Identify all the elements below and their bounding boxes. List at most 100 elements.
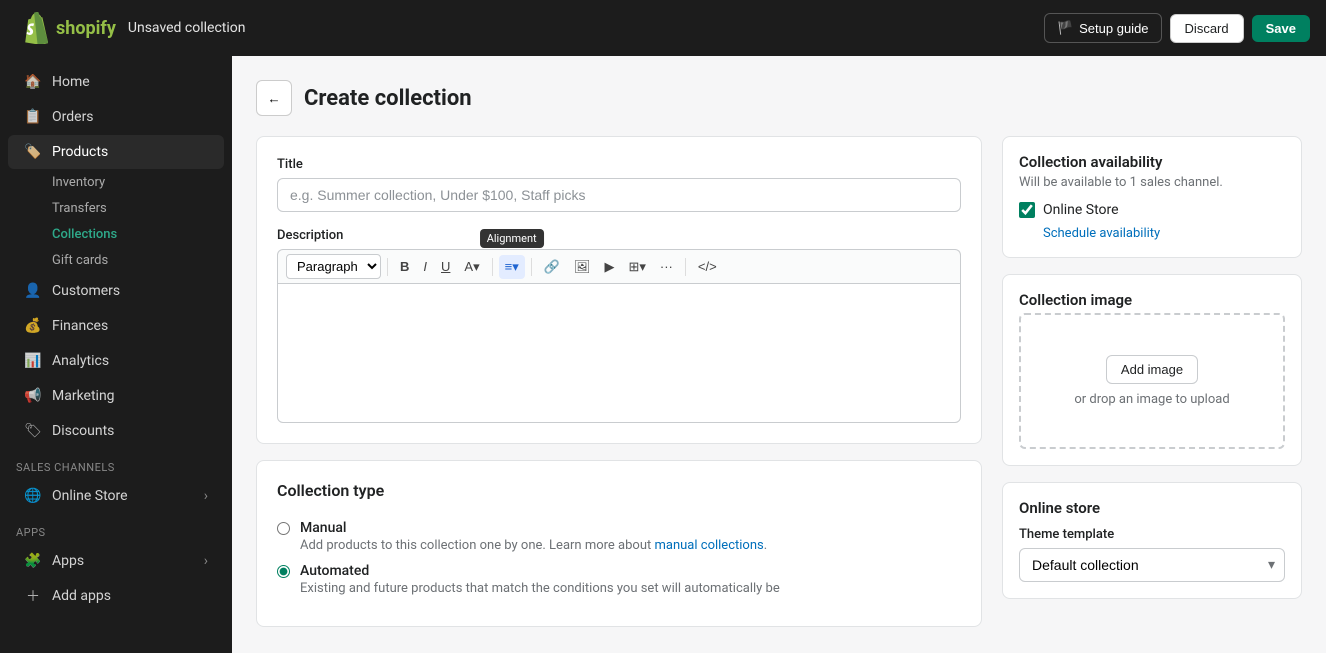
- online-store-left: 🌐 Online Store: [24, 487, 128, 505]
- online-store-checkbox-row: Online Store: [1019, 202, 1285, 218]
- save-button[interactable]: Save: [1252, 15, 1310, 42]
- table-button[interactable]: ⊞▾: [622, 255, 651, 279]
- setup-guide-button[interactable]: 🏴 Setup guide: [1044, 13, 1162, 43]
- theme-select-wrap: Default collection ▾: [1019, 548, 1285, 582]
- apps-icon: 🧩: [24, 552, 42, 570]
- alignment-button[interactable]: ≡▾: [499, 255, 525, 279]
- automated-desc: Existing and future products that match …: [300, 581, 780, 596]
- add-image-wrap: Add image: [1041, 355, 1263, 392]
- sidebar-item-finances[interactable]: 💰 Finances: [8, 309, 224, 343]
- add-image-button[interactable]: Add image: [1106, 355, 1198, 384]
- image-button[interactable]: 🖼: [568, 255, 597, 279]
- sidebar-item-apps[interactable]: 🧩 Apps ›: [8, 544, 224, 578]
- expand-icon: ›: [204, 488, 208, 504]
- apps-expand-icon: ›: [204, 553, 208, 569]
- title-input[interactable]: [277, 178, 961, 212]
- sidebar-item-add-apps[interactable]: ＋ Add apps: [8, 579, 224, 613]
- topbar: shopify Unsaved collection 🏴 Setup guide…: [0, 0, 1326, 56]
- inventory-label: Inventory: [52, 175, 105, 190]
- sales-channels-section: Sales channels: [0, 449, 232, 478]
- apps-label: Apps: [16, 526, 46, 539]
- online-store-label: Online Store: [52, 488, 128, 504]
- sidebar-item-analytics[interactable]: 📊 Analytics: [8, 344, 224, 378]
- add-apps-label: Add apps: [52, 588, 111, 604]
- theme-select[interactable]: Default collection: [1019, 548, 1285, 582]
- customers-icon: 👤: [24, 282, 42, 300]
- availability-subtitle: Will be available to 1 sales channel.: [1019, 175, 1285, 190]
- sidebar-products-subnav: Inventory Transfers Collections Gift car…: [0, 170, 232, 273]
- schedule-availability-link[interactable]: Schedule availability: [1019, 226, 1285, 241]
- topbar-right: 🏴 Setup guide Discard Save: [1044, 13, 1310, 43]
- page-header: ← Create collection: [256, 80, 1302, 116]
- sidebar-products-label: Products: [52, 144, 108, 160]
- setup-guide-label: Setup guide: [1079, 21, 1148, 36]
- paragraph-select-wrap: Paragraph: [286, 254, 381, 279]
- paragraph-select[interactable]: Paragraph: [286, 254, 381, 279]
- sidebar-item-customers[interactable]: 👤 Customers: [8, 274, 224, 308]
- sidebar-customers-label: Customers: [52, 283, 120, 299]
- divider-4: [685, 258, 686, 276]
- online-store-checkbox-label[interactable]: Online Store: [1043, 202, 1119, 218]
- main-content: ← Create collection Title Description Pa…: [232, 56, 1326, 653]
- video-button[interactable]: ▶: [598, 255, 620, 279]
- automated-radio[interactable]: [277, 565, 290, 578]
- online-store-card-title: Online store: [1019, 499, 1285, 517]
- sidebar-item-home[interactable]: 🏠 Home: [8, 65, 224, 99]
- bold-button[interactable]: B: [394, 255, 415, 278]
- image-upload-area[interactable]: Add image or drop an image to upload: [1019, 313, 1285, 449]
- manual-desc: Add products to this collection one by o…: [300, 538, 767, 553]
- text-color-button[interactable]: A▾: [458, 255, 485, 279]
- alignment-wrap: Alignment ≡▾: [499, 255, 525, 279]
- link-button[interactable]: 🔗: [538, 255, 566, 279]
- italic-button[interactable]: I: [417, 255, 433, 278]
- apps-section: Apps: [0, 514, 232, 543]
- products-icon: 🏷️: [24, 143, 42, 161]
- rte-toolbar: Paragraph B I U A▾ Alignment ≡▾: [277, 249, 961, 283]
- more-button[interactable]: ···: [654, 255, 679, 278]
- automated-label[interactable]: Automated: [300, 563, 369, 579]
- sidebar-item-marketing[interactable]: 📢 Marketing: [8, 379, 224, 413]
- title-label: Title: [277, 157, 961, 172]
- sidebar-item-gift-cards[interactable]: Gift cards: [44, 248, 232, 273]
- rte-content-area[interactable]: [277, 283, 961, 423]
- topbar-title: Unsaved collection: [128, 20, 246, 36]
- flag-icon: 🏴: [1057, 20, 1073, 36]
- manual-label[interactable]: Manual: [300, 520, 346, 536]
- manual-radio[interactable]: [277, 522, 290, 535]
- transfers-label: Transfers: [52, 201, 107, 216]
- collections-label: Collections: [52, 227, 117, 242]
- divider-3: [531, 258, 532, 276]
- sidebar-home-label: Home: [52, 74, 90, 90]
- sidebar: 🏠 Home 📋 Orders 🏷️ Products Inventory Tr…: [0, 56, 232, 653]
- page-title: Create collection: [304, 86, 472, 111]
- sidebar-item-orders[interactable]: 📋 Orders: [8, 100, 224, 134]
- brand-name: shopify: [56, 18, 116, 39]
- content-grid: Title Description Paragraph B I U: [256, 136, 1302, 643]
- sidebar-item-products[interactable]: 🏷️ Products: [8, 135, 224, 169]
- underline-button[interactable]: U: [435, 255, 456, 278]
- drop-label: or drop an image to upload: [1041, 392, 1263, 407]
- sidebar-item-online-store[interactable]: 🌐 Online Store ›: [8, 479, 224, 513]
- home-icon: 🏠: [24, 73, 42, 91]
- layout: 🏠 Home 📋 Orders 🏷️ Products Inventory Tr…: [0, 56, 1326, 653]
- divider-2: [492, 258, 493, 276]
- sidebar-item-discounts[interactable]: 🏷 Discounts: [8, 414, 224, 448]
- analytics-icon: 📊: [24, 352, 42, 370]
- back-icon: ←: [267, 91, 280, 106]
- theme-template-label: Theme template: [1019, 527, 1285, 542]
- manual-collections-link[interactable]: manual collections: [654, 538, 763, 553]
- code-button[interactable]: </>: [692, 255, 723, 278]
- online-store-checkbox[interactable]: [1019, 202, 1035, 218]
- title-description-card: Title Description Paragraph B I U: [256, 136, 982, 444]
- back-button[interactable]: ←: [256, 80, 292, 116]
- sidebar-finances-label: Finances: [52, 318, 108, 334]
- shopify-logo: shopify: [16, 12, 116, 44]
- topbar-left: shopify Unsaved collection: [16, 12, 246, 44]
- discard-button[interactable]: Discard: [1170, 14, 1244, 43]
- online-store-icon: 🌐: [24, 487, 42, 505]
- sidebar-item-inventory[interactable]: Inventory: [44, 170, 232, 195]
- finances-icon: 💰: [24, 317, 42, 335]
- right-column: Collection availability Will be availabl…: [1002, 136, 1302, 643]
- sidebar-item-collections[interactable]: Collections: [44, 222, 232, 247]
- sidebar-item-transfers[interactable]: Transfers: [44, 196, 232, 221]
